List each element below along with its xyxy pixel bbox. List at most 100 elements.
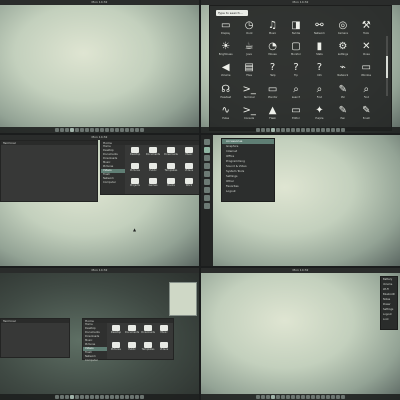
folder-item[interactable]: Downloads bbox=[141, 325, 155, 340]
dock-app-icon[interactable] bbox=[65, 395, 69, 399]
workspace-thumbnail[interactable] bbox=[169, 282, 197, 316]
app-tile[interactable]: ▭ Editor bbox=[284, 105, 307, 126]
dock-app-icon[interactable] bbox=[204, 139, 210, 145]
app-tile[interactable]: ♫ Music bbox=[261, 20, 284, 41]
terminal-window[interactable]: Terminal bbox=[0, 318, 70, 358]
app-tile[interactable]: ☕ Java bbox=[237, 41, 260, 62]
dock-app-icon[interactable] bbox=[271, 128, 275, 132]
folder-item[interactable]: Pictures bbox=[127, 162, 143, 177]
folder-item[interactable]: Books bbox=[163, 178, 179, 192]
dock-app-icon[interactable] bbox=[85, 128, 89, 132]
app-tile[interactable]: ☊ Headset bbox=[214, 84, 237, 105]
folder-item[interactable]: Videos bbox=[157, 342, 171, 357]
dock-app-icon[interactable] bbox=[100, 395, 104, 399]
folder-item[interactable]: Projects bbox=[127, 178, 143, 192]
dock-app-icon[interactable] bbox=[125, 128, 129, 132]
app-tile[interactable]: ∿ Pulse bbox=[214, 105, 237, 126]
sidebar-place-item[interactable]: Computer bbox=[101, 181, 125, 185]
dock-app-icon[interactable] bbox=[261, 395, 265, 399]
dock-app-icon[interactable] bbox=[60, 128, 64, 132]
dock-app-icon[interactable] bbox=[281, 128, 285, 132]
app-tile[interactable]: ▮ Stats bbox=[308, 41, 331, 62]
dock-app-icon[interactable] bbox=[204, 187, 210, 193]
app-tile[interactable]: ? Tip bbox=[284, 62, 307, 83]
app-tile[interactable]: ▲ Flask bbox=[261, 105, 284, 126]
folder-item[interactable]: Templates bbox=[163, 162, 179, 177]
scroll-thumb[interactable] bbox=[386, 56, 388, 78]
dock-app-icon[interactable] bbox=[266, 128, 270, 132]
app-tile[interactable]: ⚒ Tools bbox=[355, 20, 378, 41]
dock-app-icon[interactable] bbox=[130, 395, 134, 399]
dock-app-icon[interactable] bbox=[301, 395, 305, 399]
dock-app-icon[interactable] bbox=[55, 395, 59, 399]
folder-item[interactable]: Documents bbox=[125, 325, 139, 340]
app-tile[interactable]: ◔ Mouse bbox=[261, 41, 284, 62]
clock[interactable]: Mon 14:32 bbox=[92, 268, 108, 272]
dock-app-icon[interactable] bbox=[85, 395, 89, 399]
dock-app-icon[interactable] bbox=[204, 171, 210, 177]
dock-app-icon[interactable] bbox=[311, 395, 315, 399]
app-tile[interactable]: ◀ Volume bbox=[214, 62, 237, 83]
dock-app-icon[interactable] bbox=[306, 395, 310, 399]
launcher-scrollbar[interactable] bbox=[386, 36, 388, 96]
terminal-window[interactable]: Terminal bbox=[0, 140, 98, 202]
dock-app-icon[interactable] bbox=[276, 395, 280, 399]
panel-item[interactable]: Lock bbox=[381, 317, 397, 322]
dock-app-icon[interactable] bbox=[321, 395, 325, 399]
folder-item[interactable]: Public bbox=[125, 342, 139, 357]
app-tile[interactable]: >_ Console bbox=[237, 105, 260, 126]
dock-app-icon[interactable] bbox=[341, 395, 345, 399]
dock-app-icon[interactable] bbox=[105, 128, 109, 132]
dock-app-icon[interactable] bbox=[90, 128, 94, 132]
app-tile[interactable]: ☀ Brightness bbox=[214, 41, 237, 62]
dock-app-icon[interactable] bbox=[261, 128, 265, 132]
dock-app-icon[interactable] bbox=[271, 395, 275, 399]
dock-app-icon[interactable] bbox=[291, 395, 295, 399]
app-tile[interactable]: ✕ Close bbox=[355, 41, 378, 62]
dock-app-icon[interactable] bbox=[60, 395, 64, 399]
app-tile[interactable]: ? Info bbox=[308, 62, 331, 83]
clock[interactable]: Mon 14:32 bbox=[293, 268, 309, 272]
dock-app-icon[interactable] bbox=[286, 395, 290, 399]
app-tile[interactable]: ✎ Brush bbox=[355, 105, 378, 126]
folder-item[interactable]: Desktop bbox=[127, 147, 143, 161]
dock-app-icon[interactable] bbox=[331, 128, 335, 132]
dock-app-icon[interactable] bbox=[311, 128, 315, 132]
dock-app-icon[interactable] bbox=[55, 128, 59, 132]
dock-app-icon[interactable] bbox=[316, 128, 320, 132]
dock-app-icon[interactable] bbox=[110, 395, 114, 399]
dock-app-icon[interactable] bbox=[140, 128, 144, 132]
app-tile[interactable]: ◨ Nvidia bbox=[284, 20, 307, 41]
app-tile[interactable]: ? Help bbox=[261, 62, 284, 83]
dock-app-icon[interactable] bbox=[140, 395, 144, 399]
dock-app-icon[interactable] bbox=[90, 395, 94, 399]
dock-app-icon[interactable] bbox=[80, 395, 84, 399]
folder-item[interactable]: Templates bbox=[141, 342, 155, 357]
dock-app-icon[interactable] bbox=[256, 395, 260, 399]
dock-app-icon[interactable] bbox=[336, 395, 340, 399]
app-tile[interactable]: ◎ Camera bbox=[331, 20, 354, 41]
dock-app-icon[interactable] bbox=[204, 195, 210, 201]
dock-app-icon[interactable] bbox=[296, 128, 300, 132]
dock-app-icon[interactable] bbox=[80, 128, 84, 132]
app-tile[interactable]: ⌕ Find bbox=[355, 84, 378, 105]
dock-app-icon[interactable] bbox=[204, 179, 210, 185]
dock-app-icon[interactable] bbox=[301, 128, 305, 132]
app-tile[interactable]: ▤ Files bbox=[237, 62, 260, 83]
dock-app-icon[interactable] bbox=[65, 128, 69, 132]
folder-item[interactable]: Pictures bbox=[109, 342, 123, 357]
dock-app-icon[interactable] bbox=[120, 395, 124, 399]
app-tile[interactable]: ▭ Display bbox=[214, 20, 237, 41]
dock-app-icon[interactable] bbox=[291, 128, 295, 132]
dock-app-icon[interactable] bbox=[296, 395, 300, 399]
clock[interactable]: Mon 14:32 bbox=[92, 0, 108, 4]
folder-item[interactable]: Work bbox=[181, 178, 197, 192]
app-tile[interactable]: >_ Terminal bbox=[237, 84, 260, 105]
dock-app-icon[interactable] bbox=[341, 128, 345, 132]
dock-app-icon[interactable] bbox=[135, 395, 139, 399]
dock-app-icon[interactable] bbox=[70, 395, 74, 399]
dock-app-icon[interactable] bbox=[286, 128, 290, 132]
dock-app-icon[interactable] bbox=[100, 128, 104, 132]
folder-item[interactable]: Music bbox=[157, 325, 171, 340]
dock-app-icon[interactable] bbox=[204, 155, 210, 161]
